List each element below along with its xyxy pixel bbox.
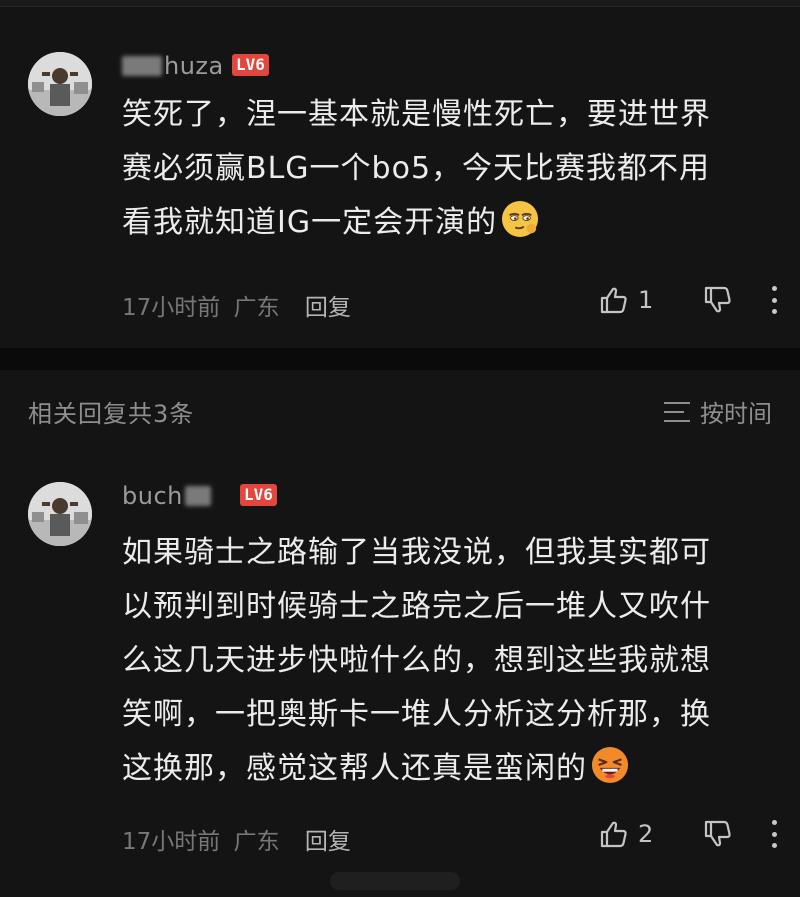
content-line: 看我就知道IG一定会开演的 [122,196,772,250]
timestamp: 17小时前 [122,829,221,855]
thumbs-down-icon [704,820,731,847]
username[interactable]: huza [122,52,224,80]
section-divider [0,348,800,370]
smirk-emoji-icon [501,200,539,238]
dislike-button[interactable] [702,284,734,316]
content-line: 如果骑士之路输了当我没说，但我其实都可 [122,535,711,570]
timestamp: 17小时前 [122,295,221,321]
level-badge: LV6 [240,484,277,506]
more-options-icon[interactable] [770,286,778,314]
sort-by-time-button[interactable]: 按时间 [664,394,772,429]
like-button[interactable]: 1 [598,284,662,316]
thumbs-down-icon [704,286,731,313]
content-line-text: 这换那，感觉这帮人还真是蛮闲的 [122,751,587,786]
like-count: 1 [638,286,654,314]
replies-header: 相关回复共3条 按时间 [0,370,800,450]
comment-card: huza LV6 笑死了，涅一基本就是慢性死亡，要进世界 赛必须赢BLG一个bo… [0,40,800,340]
comment-meta: 17小时前 广东 回复 [122,288,357,322]
laughing-emoji-icon [591,746,629,784]
reply-content: 如果骑士之路输了当我没说，但我其实都可 以预判到时候骑士之路完之后一堆人又吹什 … [122,526,772,796]
location: 广东 [233,295,280,321]
sort-lines-icon [664,401,690,422]
username-redaction [122,56,162,76]
content-line: 么这几天进步快啦什么的，想到这些我就想 [122,643,711,678]
username-text: buch [122,482,183,510]
level-badge: LV6 [232,54,269,76]
location: 广东 [233,829,280,855]
username-text: huza [164,52,224,80]
top-separator [0,0,800,7]
like-count: 2 [638,820,654,848]
avatar[interactable] [28,482,92,546]
like-button[interactable]: 2 [598,818,662,850]
content-line-text: 看我就知道IG一定会开演的 [122,205,498,240]
username-redaction [184,486,211,506]
username[interactable]: buch [122,482,213,510]
comment-actions: 1 [598,284,778,316]
reply-button[interactable]: 回复 [305,829,351,855]
thumbs-up-icon [600,821,627,848]
avatar-image [28,52,92,116]
avatar[interactable] [28,52,92,116]
reply-actions: 2 [598,818,778,850]
replies-count-title: 相关回复共3条 [28,400,195,428]
sort-label: 按时间 [700,400,772,428]
content-line: 这换那，感觉这帮人还真是蛮闲的 [122,742,772,796]
watermark [330,872,460,890]
thumbs-up-icon [600,287,627,314]
content-line: 笑死了，涅一基本就是慢性死亡，要进世界 [122,97,711,132]
comment-content: 笑死了，涅一基本就是慢性死亡，要进世界 赛必须赢BLG一个bo5，今天比赛我都不… [122,88,772,250]
reply-card: buch LV6 如果骑士之路输了当我没说，但我其实都可 以预判到时候骑士之路完… [0,470,800,870]
content-line: 赛必须赢BLG一个bo5，今天比赛我都不用 [122,151,711,186]
content-line: 以预判到时候骑士之路完之后一堆人又吹什 [122,589,711,624]
content-line: 笑啊，一把奥斯卡一堆人分析这分析那，换 [122,697,711,732]
reply-meta: 17小时前 广东 回复 [122,822,357,856]
avatar-image [28,482,92,546]
reply-button[interactable]: 回复 [305,295,351,321]
more-options-icon[interactable] [770,820,778,848]
dislike-button[interactable] [702,818,734,850]
